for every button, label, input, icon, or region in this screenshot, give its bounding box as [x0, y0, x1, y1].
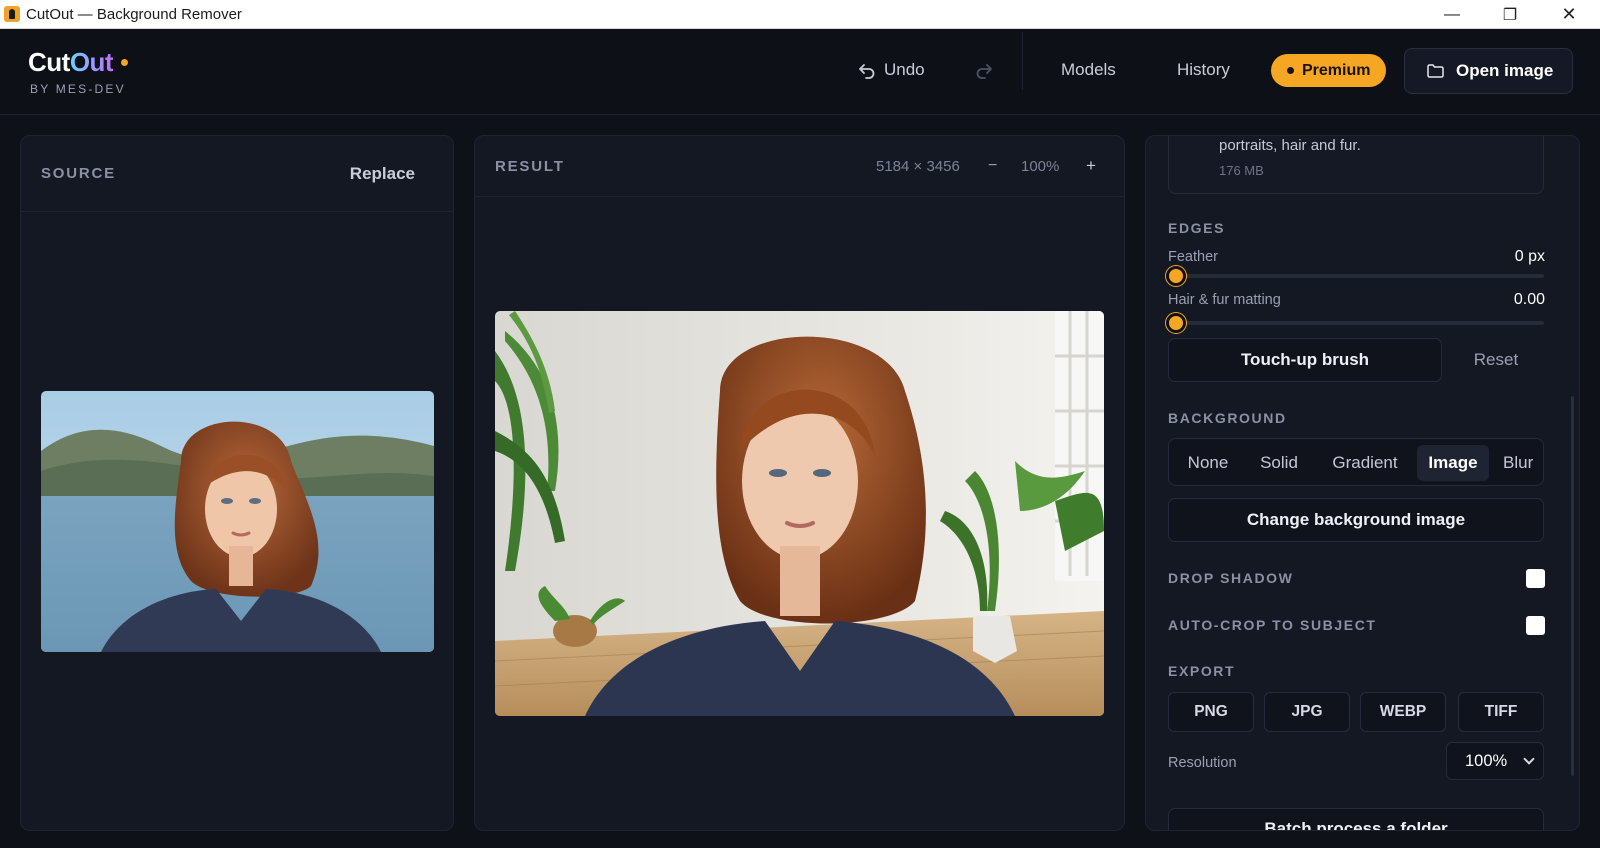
model-size: 176 MB: [1219, 163, 1264, 178]
source-panel: SOURCE Replace: [20, 135, 454, 831]
autocrop-label: AUTO-CROP TO SUBJECT: [1168, 617, 1377, 633]
matting-slider-handle[interactable]: [1166, 313, 1186, 333]
bg-option-blur[interactable]: Blur: [1495, 445, 1543, 481]
premium-button[interactable]: Premium: [1271, 54, 1387, 87]
brand-cut: Cut: [28, 47, 70, 77]
bg-option-gradient[interactable]: Gradient: [1317, 445, 1413, 481]
result-panel: RESULT 5184 × 3456 − 100% +: [474, 135, 1125, 831]
restore-icon[interactable]: ❐: [1481, 0, 1539, 29]
resolution-select[interactable]: 100%: [1446, 742, 1544, 780]
brand: Cut Out BY MES-DEV: [28, 47, 129, 96]
result-label: RESULT: [495, 157, 565, 175]
premium-label: Premium: [1302, 61, 1371, 79]
chevron-down-icon: [1523, 753, 1535, 765]
source-photo: [41, 391, 434, 652]
app-icon: [4, 6, 20, 22]
models-button[interactable]: Models: [1061, 48, 1116, 92]
brand-dot-icon: [121, 59, 129, 66]
edges-label: EDGES: [1168, 220, 1226, 236]
undo-label: Undo: [884, 60, 925, 79]
bg-option-image[interactable]: Image: [1417, 445, 1489, 481]
result-panel-header: RESULT 5184 × 3456 − 100% +: [475, 136, 1124, 197]
zoom-in-button[interactable]: +: [1086, 156, 1096, 176]
redo-icon: [976, 64, 992, 79]
settings-scrollbar[interactable]: [1571, 396, 1574, 776]
feather-label: Feather: [1168, 249, 1218, 265]
drop-shadow-label: DROP SHADOW: [1168, 570, 1294, 586]
brand-byline: BY MES-DEV: [30, 82, 126, 96]
change-background-button[interactable]: Change background image: [1168, 498, 1544, 542]
source-image: [41, 391, 434, 652]
premium-dot-icon: [1287, 67, 1294, 74]
app-header: Cut Out BY MES-DEV Undo Models History Pr…: [0, 29, 1600, 115]
format-tiff-button[interactable]: TIFF: [1458, 692, 1544, 732]
model-card[interactable]: portraits, hair and fur. 176 MB: [1168, 136, 1544, 194]
resolution-value: 100%: [1465, 751, 1508, 770]
result-photo: [495, 311, 1104, 716]
background-selector: None Solid Gradient Image Blur: [1168, 438, 1544, 486]
brand-out: Out: [69, 47, 114, 77]
open-image-button[interactable]: Open image: [1404, 48, 1573, 94]
result-image: [495, 311, 1104, 716]
zoom-out-button[interactable]: −: [988, 157, 997, 175]
settings-panel: portraits, hair and fur. 176 MB EDGES Fe…: [1145, 135, 1580, 831]
feather-slider[interactable]: [1166, 266, 1544, 286]
feather-value: 0 px: [1514, 248, 1545, 265]
model-description: portraits, hair and fur.: [1219, 137, 1361, 154]
redo-button[interactable]: [975, 48, 993, 92]
export-label: EXPORT: [1168, 663, 1236, 679]
zoom-level: 100%: [1021, 157, 1060, 175]
undo-icon: [859, 64, 875, 79]
matting-value: 0.00: [1513, 291, 1545, 308]
window-titlebar: CutOut — Background Remover — ❐ ✕: [0, 0, 1600, 29]
format-png-button[interactable]: PNG: [1168, 692, 1254, 732]
bg-option-solid[interactable]: Solid: [1245, 445, 1313, 481]
feather-slider-handle[interactable]: [1166, 266, 1186, 286]
close-icon[interactable]: ✕: [1540, 0, 1598, 29]
batch-process-button[interactable]: Batch process a folder: [1168, 808, 1544, 830]
brand-logo: Cut Out: [28, 47, 129, 78]
bg-option-none[interactable]: None: [1175, 445, 1241, 481]
image-dimensions: 5184 × 3456: [876, 157, 960, 175]
autocrop-checkbox[interactable]: [1526, 616, 1545, 635]
window-title: CutOut — Background Remover: [26, 5, 242, 23]
format-webp-button[interactable]: WEBP: [1360, 692, 1446, 732]
history-button[interactable]: History: [1177, 48, 1230, 92]
matting-slider[interactable]: [1166, 313, 1544, 333]
source-label: SOURCE: [41, 165, 116, 182]
undo-button[interactable]: Undo: [858, 48, 925, 92]
touchup-brush-button[interactable]: Touch-up brush: [1168, 338, 1442, 382]
minimize-icon[interactable]: —: [1423, 0, 1481, 29]
matting-label: Hair & fur matting: [1168, 292, 1281, 308]
folder-icon: [1427, 64, 1444, 78]
drop-shadow-checkbox[interactable]: [1526, 569, 1545, 588]
source-panel-header: SOURCE Replace: [21, 136, 453, 212]
open-image-label: Open image: [1456, 61, 1554, 80]
background-label: BACKGROUND: [1168, 410, 1287, 426]
header-divider: [1022, 32, 1023, 90]
resolution-label: Resolution: [1168, 755, 1237, 771]
replace-button[interactable]: Replace: [350, 164, 415, 184]
reset-button[interactable]: Reset: [1448, 338, 1544, 382]
format-jpg-button[interactable]: JPG: [1264, 692, 1350, 732]
